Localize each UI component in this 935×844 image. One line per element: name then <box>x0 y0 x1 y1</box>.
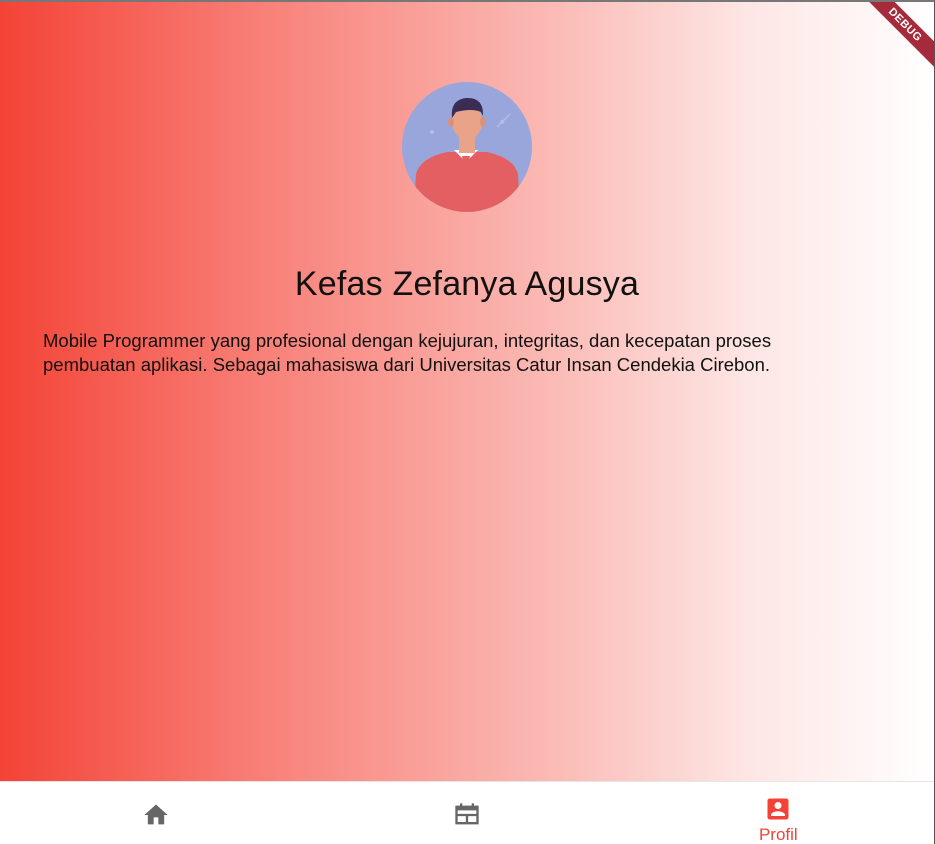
person-avatar-illustration <box>402 82 532 212</box>
bottom-navigation-bar: Profil <box>0 781 934 844</box>
app-window: Kefas Zefanya Agusya Mobile Programmer y… <box>0 0 935 844</box>
home-icon <box>143 804 168 824</box>
calendar-view-icon <box>455 802 479 824</box>
nav-item-profil-label: Profil <box>758 825 798 844</box>
profile-page: Kefas Zefanya Agusya Mobile Programmer y… <box>0 2 934 781</box>
avatar <box>402 82 532 212</box>
profile-name: Kefas Zefanya Agusya <box>294 265 640 303</box>
nav-item-schedule[interactable] <box>311 782 622 844</box>
account-box-icon <box>767 798 789 820</box>
profile-bio: Mobile Programmer yang profesional denga… <box>43 330 772 375</box>
nav-item-home[interactable] <box>0 782 311 844</box>
nav-item-profil[interactable]: Profil <box>623 782 934 844</box>
